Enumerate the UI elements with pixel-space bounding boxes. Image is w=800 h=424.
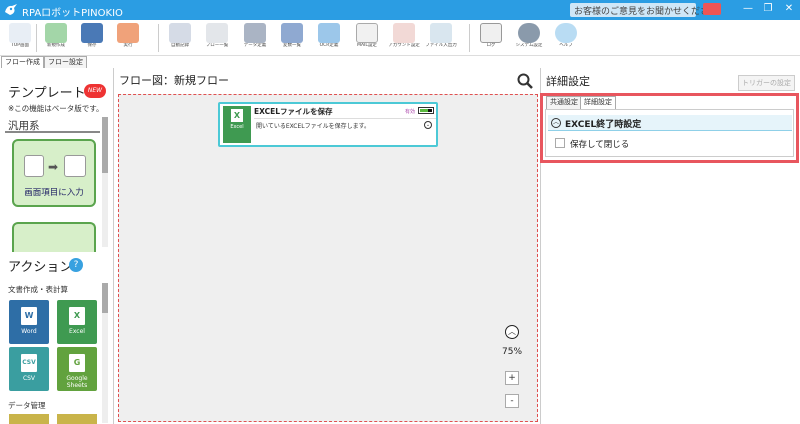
action-heading: アクション xyxy=(8,260,73,275)
zoom-out-button[interactable]: - xyxy=(505,394,519,408)
account-settings-button[interactable]: アカウント設定 xyxy=(386,21,422,55)
chevron-down-icon[interactable]: ⌄ xyxy=(424,121,432,129)
minimize-icon[interactable]: — xyxy=(740,3,756,17)
action-data-1[interactable] xyxy=(9,414,49,424)
restore-icon[interactable]: ❐ xyxy=(760,3,776,17)
log-button[interactable]: ログ xyxy=(473,21,509,55)
log-icon xyxy=(480,23,502,43)
keyboard-icon xyxy=(64,155,86,177)
doc-category: 文書作成・表計算 xyxy=(8,285,68,294)
chevron-up-icon[interactable]: ︿ xyxy=(505,325,519,339)
excel-icon: X Excel xyxy=(223,106,251,143)
action-label: CSV xyxy=(22,375,36,382)
auto-record-icon xyxy=(169,23,191,43)
ocr-button[interactable]: OCR定義 xyxy=(311,21,347,55)
system-settings-button[interactable]: システム設定 xyxy=(511,21,547,55)
close-icon[interactable]: ✕ xyxy=(781,3,797,17)
gear-icon xyxy=(518,23,540,43)
template-card-2[interactable] xyxy=(12,222,96,252)
data-definition-button[interactable]: データ定義 xyxy=(237,21,273,55)
action-csv[interactable]: CSV CSV xyxy=(9,347,49,391)
top-screen-button[interactable]: TOP画面 xyxy=(2,21,38,55)
flow-list-icon xyxy=(206,23,228,43)
data-category: データ管理 xyxy=(8,401,46,410)
mail-icon xyxy=(356,23,378,43)
flow-list-button[interactable]: フロー一覧 xyxy=(199,21,235,55)
trigger-settings-button[interactable]: トリガーの設定 xyxy=(738,75,795,91)
top-screen-icon xyxy=(9,23,31,43)
title-bar: RPAロボットPINOKIO お客様のご意見をお聞かせください — ❐ ✕ xyxy=(0,0,800,20)
highlight-box xyxy=(540,93,799,163)
help-icon xyxy=(555,23,577,43)
action-label: Google Sheets xyxy=(66,375,88,389)
arrow-right-icon: ➡ xyxy=(48,160,59,174)
mail-settings-button[interactable]: MAIL設定 xyxy=(349,21,385,55)
word-icon: W xyxy=(21,307,37,325)
category-divider xyxy=(5,131,100,133)
action-excel[interactable]: X Excel xyxy=(57,300,97,344)
action-google-sheets[interactable]: G Google Sheets xyxy=(57,347,97,391)
template-card-label: 画面項目に入力 xyxy=(24,188,84,198)
beta-note: ※この機能はベータ版です。 xyxy=(8,104,104,113)
node-description: 開いているEXCELファイルを保存します。 xyxy=(254,118,436,141)
run-button[interactable]: 実行 xyxy=(110,21,146,55)
ocr-icon xyxy=(318,23,340,43)
help-icon[interactable]: ? xyxy=(69,258,83,272)
save-button[interactable]: 保存 xyxy=(74,21,110,55)
details-title: 詳細設定 xyxy=(546,75,590,88)
template-scrollbar[interactable] xyxy=(102,117,108,247)
template-heading: テンプレート xyxy=(8,86,86,101)
search-icon[interactable] xyxy=(517,73,533,89)
new-file-icon xyxy=(45,23,67,43)
excel-icon: X xyxy=(69,307,85,325)
action-scrollbar[interactable] xyxy=(102,283,108,423)
action-word[interactable]: W Word xyxy=(9,300,49,344)
node-status-label: 有効 xyxy=(405,109,416,115)
google-sheets-icon: G xyxy=(69,354,85,372)
csv-icon: CSV xyxy=(21,354,37,372)
zoom-level: 75% xyxy=(502,347,523,357)
variables-icon xyxy=(281,23,303,43)
flow-title: フロー図：新規フロー xyxy=(119,74,229,87)
node-title: EXCELファイルを保存 xyxy=(254,107,333,116)
action-label: Excel xyxy=(69,328,85,335)
variables-button[interactable]: 変数一覧 xyxy=(274,21,310,55)
file-io-button[interactable]: ファイル入出力 xyxy=(423,21,459,55)
auto-record-button[interactable]: 自動記録 xyxy=(162,21,198,55)
new-file-button[interactable]: 新規作成 xyxy=(38,21,74,55)
app-logo-icon xyxy=(5,4,17,15)
toolbar: TOP画面 新規作成 保存 実行 自動記録 フロー一覧 データ定義 変数一覧 O… xyxy=(0,20,800,56)
run-icon xyxy=(117,23,139,43)
zoom-in-button[interactable]: + xyxy=(505,371,519,385)
save-icon xyxy=(81,23,103,43)
app-title: RPAロボットPINOKIO xyxy=(22,8,123,19)
new-badge: NEW xyxy=(84,84,106,98)
flow-node-excel-save[interactable]: X Excel EXCELファイルを保存 有効 開いているEXCELファイルを保存… xyxy=(218,102,438,147)
file-io-icon xyxy=(430,23,452,43)
mouse-icon xyxy=(24,155,44,177)
flow-tabs: フロー作成 フロー設定 xyxy=(0,56,115,68)
account-icon xyxy=(393,23,415,43)
feedback-link[interactable]: お客様のご意見をお聞かせください xyxy=(570,3,718,17)
action-data-2[interactable] xyxy=(57,414,97,424)
tab-flow-settings[interactable]: フロー設定 xyxy=(44,56,87,68)
mailbox-icon[interactable] xyxy=(703,3,721,15)
node-enable-toggle[interactable] xyxy=(418,107,434,114)
help-button[interactable]: ヘルプ xyxy=(548,21,584,55)
database-icon xyxy=(244,23,266,43)
template-card-screen-input[interactable]: ➡ 画面項目に入力 xyxy=(12,139,96,207)
tab-flow-create[interactable]: フロー作成 xyxy=(1,56,44,68)
action-label: Word xyxy=(21,328,37,335)
